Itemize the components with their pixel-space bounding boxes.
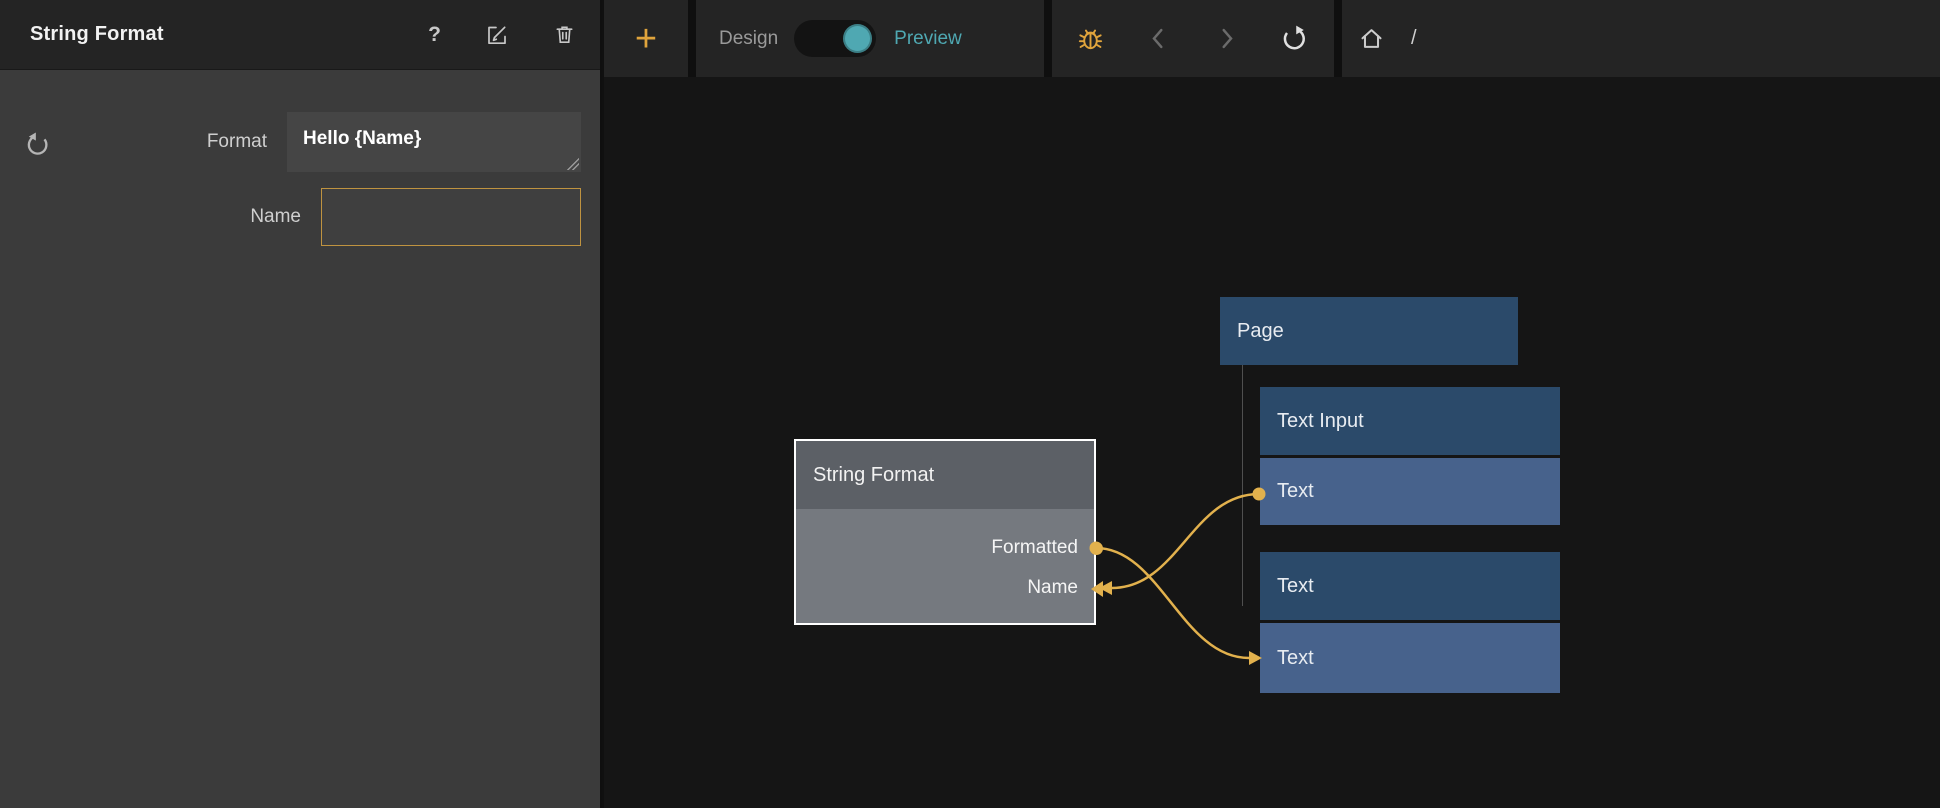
back-button[interactable] [1145,25,1172,52]
format-property-row: Format Hello {Name} [0,112,581,172]
hierarchy-line [1242,365,1243,606]
resize-handle-icon[interactable] [566,157,579,170]
chevron-left-icon [1145,25,1172,52]
text-node-header[interactable]: Text [1260,552,1560,620]
wire-formatted-to-text [1096,548,1249,658]
format-textarea[interactable]: Hello {Name} [287,112,581,172]
formatted-port-label: Formatted [991,537,1078,559]
text-input-text-port-label: Text [1260,458,1560,525]
text-input-node-title: Text Input [1260,387,1560,455]
string-format-node-title: String Format [796,441,1094,509]
text-node-title: Text [1260,552,1560,620]
help-button[interactable]: ? [428,23,441,47]
help-icon: ? [428,23,441,47]
panel-header: String Format ? [0,0,600,70]
page-node[interactable]: Page [1220,297,1518,365]
navigation-path-section: / [1342,0,1940,77]
home-button[interactable] [1358,25,1385,52]
pencil-icon [485,23,509,47]
refresh-button[interactable] [1280,24,1310,54]
panel-title: String Format [30,23,164,46]
text-text-port-label: Text [1260,623,1560,693]
delete-button[interactable] [553,22,576,47]
forward-button[interactable] [1213,25,1240,52]
string-format-node[interactable]: String Format Formatted Name [794,439,1096,625]
node-graph-canvas[interactable]: Page Text Input Text Text Text String Fo… [604,77,1940,808]
text-input-text-port[interactable]: Text [1260,458,1560,525]
bug-icon [1076,24,1105,53]
name-input-port[interactable] [1091,581,1103,597]
name-property-row: Name [0,188,581,246]
formatted-output-port[interactable] [1090,542,1103,555]
chevron-right-icon [1213,25,1240,52]
trash-icon [553,22,576,47]
page-node-title: Page [1220,297,1518,365]
debug-section [1052,0,1334,77]
format-textarea-wrap: Hello {Name} [287,112,581,172]
debug-button[interactable] [1076,24,1105,53]
properties-panel: String Format ? [0,0,602,808]
string-format-node-header[interactable]: String Format [796,441,1094,509]
text-node[interactable]: Text Text [1260,552,1560,693]
breadcrumb: / [1411,27,1417,50]
name-label: Name [250,206,301,228]
refresh-icon [1280,24,1310,54]
panel-header-actions: ? [428,22,576,47]
text-input-node[interactable]: Text Input Text [1260,387,1560,525]
toggle-knob [843,24,872,53]
design-preview-toggle[interactable] [794,20,876,57]
name-port-label: Name [1027,577,1078,599]
text-input-node-header[interactable]: Text Input [1260,387,1560,455]
add-node-button[interactable]: + [635,20,657,58]
design-mode-label[interactable]: Design [719,28,778,50]
text-text-port[interactable]: Text [1260,623,1560,693]
preview-mode-label[interactable]: Preview [894,28,962,50]
home-icon [1358,25,1385,52]
add-node-section: + [604,0,688,77]
mode-section: Design Preview [696,0,1044,77]
format-label: Format [207,131,267,153]
name-input[interactable] [321,188,581,246]
edit-button[interactable] [485,23,509,47]
wire-textinput-to-name [1112,494,1259,588]
topbar: + Design Preview [604,0,1940,77]
plus-icon: + [635,18,657,60]
